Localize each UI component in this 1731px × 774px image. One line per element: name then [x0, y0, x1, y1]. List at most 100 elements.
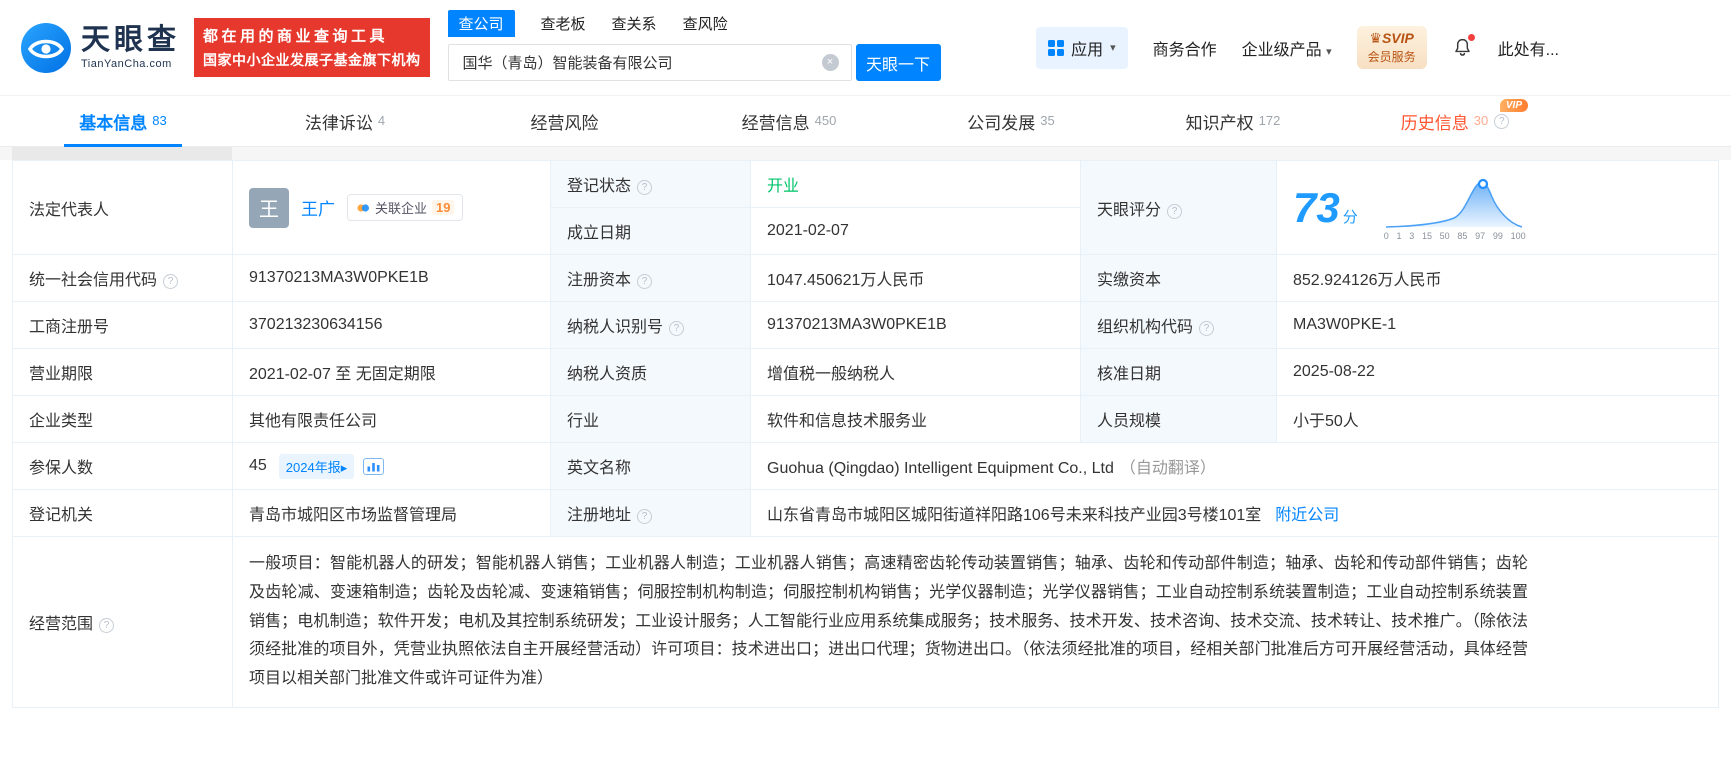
reg-status-value: 开业 [750, 160, 1081, 208]
search-input[interactable] [460, 53, 822, 72]
help-icon[interactable]: ? [1167, 203, 1183, 219]
history-help-icon[interactable]: ? [1494, 113, 1510, 129]
tick: 1 [1396, 230, 1402, 241]
tick: 99 [1492, 230, 1503, 241]
tianyancha-company-page: 天眼查 TianYanCha.com 都在用的商业查询工具 国家中小企业发展子基… [0, 0, 1731, 774]
score-unit: 分 [1342, 208, 1358, 226]
notification-dot [1467, 34, 1475, 41]
field-label: 工商注册号 [29, 319, 110, 336]
english-name-value: Guohua (Qingdao) Intelligent Equipment C… [750, 442, 1719, 490]
field-value: 2025-08-22 [1293, 363, 1375, 380]
field-value: Guohua (Qingdao) Intelligent Equipment C… [767, 460, 1114, 477]
search-tab-company[interactable]: 查公司 [447, 10, 515, 37]
insured-trend-chart-icon[interactable] [363, 457, 385, 475]
org-code-value: MA3W0PKE-1 [1276, 301, 1719, 349]
menu-enterprise-products[interactable]: 企业级产品 ▾ [1242, 36, 1332, 60]
reg-authority-value: 青岛市城阳区市场监督管理局 [232, 489, 551, 537]
tick: 100 [1510, 230, 1526, 241]
help-icon[interactable]: ? [163, 274, 179, 289]
related-companies-badge[interactable]: 关联企业 19 [347, 194, 464, 221]
field-value: 一般项目：智能机器人的研发；智能机器人销售；工业机器人制造；工业机器人销售；高速… [249, 555, 1528, 688]
taxpayer-id-value: 91370213MA3W0PKE1B [750, 301, 1081, 349]
table-row: 企业类型 其他有限责任公司 行业 软件和信息技术服务业 人员规模 小于50人 [12, 395, 1719, 443]
tianyan-score-label: 天眼评分? [1080, 160, 1277, 255]
reg-address-label: 注册地址? [550, 489, 751, 537]
field-value: 852.924126万人民币 [1293, 272, 1442, 289]
chevron-down-icon: ▾ [1110, 42, 1116, 54]
tab-legal-proceedings[interactable]: 法律诉讼 4 [234, 96, 456, 146]
search-tab-boss[interactable]: 查老板 [541, 13, 586, 34]
header-right-menu: 应用 ▾ 商务合作 企业级产品 ▾ ♛SVIP 会员服务 此处有... [1036, 26, 1559, 69]
tick: 50 [1439, 230, 1450, 241]
field-value: 91370213MA3W0PKE1B [767, 316, 947, 333]
search-tab-relation[interactable]: 查关系 [612, 13, 657, 34]
legal-rep-avatar[interactable]: 王 [249, 187, 289, 228]
search-box[interactable]: × [447, 44, 852, 81]
search-area: 查公司 查老板 查关系 查风险 × 天眼一下 [447, 10, 941, 81]
reg-capital-value: 1047.450621万人民币 [750, 254, 1081, 302]
field-value: 91370213MA3W0PKE1B [249, 269, 429, 286]
field-label: 实缴资本 [1097, 272, 1162, 289]
score-curve [1385, 178, 1522, 228]
help-icon[interactable]: ? [637, 180, 653, 195]
reg-number-label: 工商注册号 [12, 301, 233, 349]
field-label: 参保人数 [29, 460, 94, 477]
taxpayer-quality-label: 纳税人资质 [550, 348, 751, 396]
industry-label: 行业 [550, 395, 751, 443]
reg-capital-label: 注册资本? [550, 254, 751, 302]
tab-operating-risk[interactable]: 经营风险 [456, 96, 678, 146]
company-type-value: 其他有限责任公司 [232, 395, 551, 443]
business-scope-value: 一般项目：智能机器人的研发；智能机器人销售；工业机器人制造；工业机器人销售；高速… [232, 536, 1719, 708]
tick: 3 [1409, 230, 1415, 241]
help-icon[interactable]: ? [637, 509, 653, 524]
reg-authority-label: 登记机关 [12, 489, 233, 537]
tab-history-info[interactable]: VIP 历史信息 30 ? [1344, 96, 1566, 146]
field-value: 1047.450621万人民币 [767, 272, 925, 289]
tab-company-development[interactable]: 公司发展 35 [900, 96, 1122, 146]
notifications-bell[interactable] [1452, 34, 1475, 59]
banner-line2: 国家中小企业发展子基金旗下机构 [203, 52, 421, 68]
taxpayer-id-label: 纳税人识别号? [550, 301, 751, 349]
help-icon[interactable]: ? [1199, 321, 1215, 336]
score-axis-ticks: 0 1 3 15 50 85 97 99 100 [1384, 231, 1526, 241]
field-value: 软件和信息技术服务业 [767, 413, 928, 430]
enterprise-products-label: 企业级产品 [1241, 41, 1322, 59]
search-button[interactable]: 天眼一下 [855, 44, 941, 81]
tianyancha-logo[interactable]: 天眼查 TianYanCha.com [20, 22, 180, 74]
score-number: 73 分 [1293, 186, 1358, 229]
tab-intellectual-property[interactable]: 知识产权 172 [1122, 96, 1344, 146]
approval-date-value: 2025-08-22 [1276, 348, 1719, 396]
promo-banner: 都在用的商业查询工具 国家中小企业发展子基金旗下机构 [194, 18, 430, 77]
menu-more-text[interactable]: 此处有... [1498, 36, 1559, 60]
status-open: 开业 [767, 178, 800, 195]
search-tab-risk[interactable]: 查风险 [683, 13, 728, 34]
tab-business-info[interactable]: 经营信息 450 [678, 96, 900, 146]
field-label: 组织机构代码 [1097, 319, 1194, 336]
legal-rep-name-link[interactable]: 王广 [301, 195, 335, 220]
menu-business-cooperation[interactable]: 商务合作 [1153, 36, 1217, 60]
tick: 15 [1421, 230, 1432, 241]
business-scope-label: 经营范围? [12, 536, 233, 708]
tab-count: 35 [1040, 112, 1055, 128]
annual-report-label: 2024年报 [285, 459, 341, 475]
tab-label: 法律诉讼 [304, 113, 373, 133]
tab-basic-info[interactable]: 基本信息 83 [12, 96, 234, 146]
field-value: 370213230634156 [249, 316, 383, 333]
nearby-companies-link[interactable]: 附近公司 [1275, 507, 1339, 524]
help-icon[interactable]: ? [669, 321, 685, 336]
field-label: 核准日期 [1097, 366, 1162, 383]
related-companies-count: 19 [432, 200, 455, 215]
section-tabs: 基本信息 83 法律诉讼 4 经营风险 经营信息 450 公司发展 35 知识产… [0, 95, 1731, 147]
field-label: 经营范围 [29, 615, 94, 633]
annual-report-badge[interactable]: 2024年报▸ [278, 453, 355, 479]
search-row: × 天眼一下 [447, 44, 941, 81]
clear-icon[interactable]: × [821, 54, 839, 71]
insured-count-value: 45 2024年报▸ [232, 442, 551, 490]
svip-membership-badge[interactable]: ♛SVIP 会员服务 [1356, 26, 1427, 69]
field-label: 注册资本 [567, 272, 632, 289]
apps-menu-button[interactable]: 应用 ▾ [1036, 26, 1128, 69]
help-icon[interactable]: ? [99, 617, 115, 633]
field-value: 2021-02-07 [767, 222, 849, 239]
help-icon[interactable]: ? [637, 274, 653, 289]
staff-size-label: 人员规模 [1080, 395, 1277, 443]
